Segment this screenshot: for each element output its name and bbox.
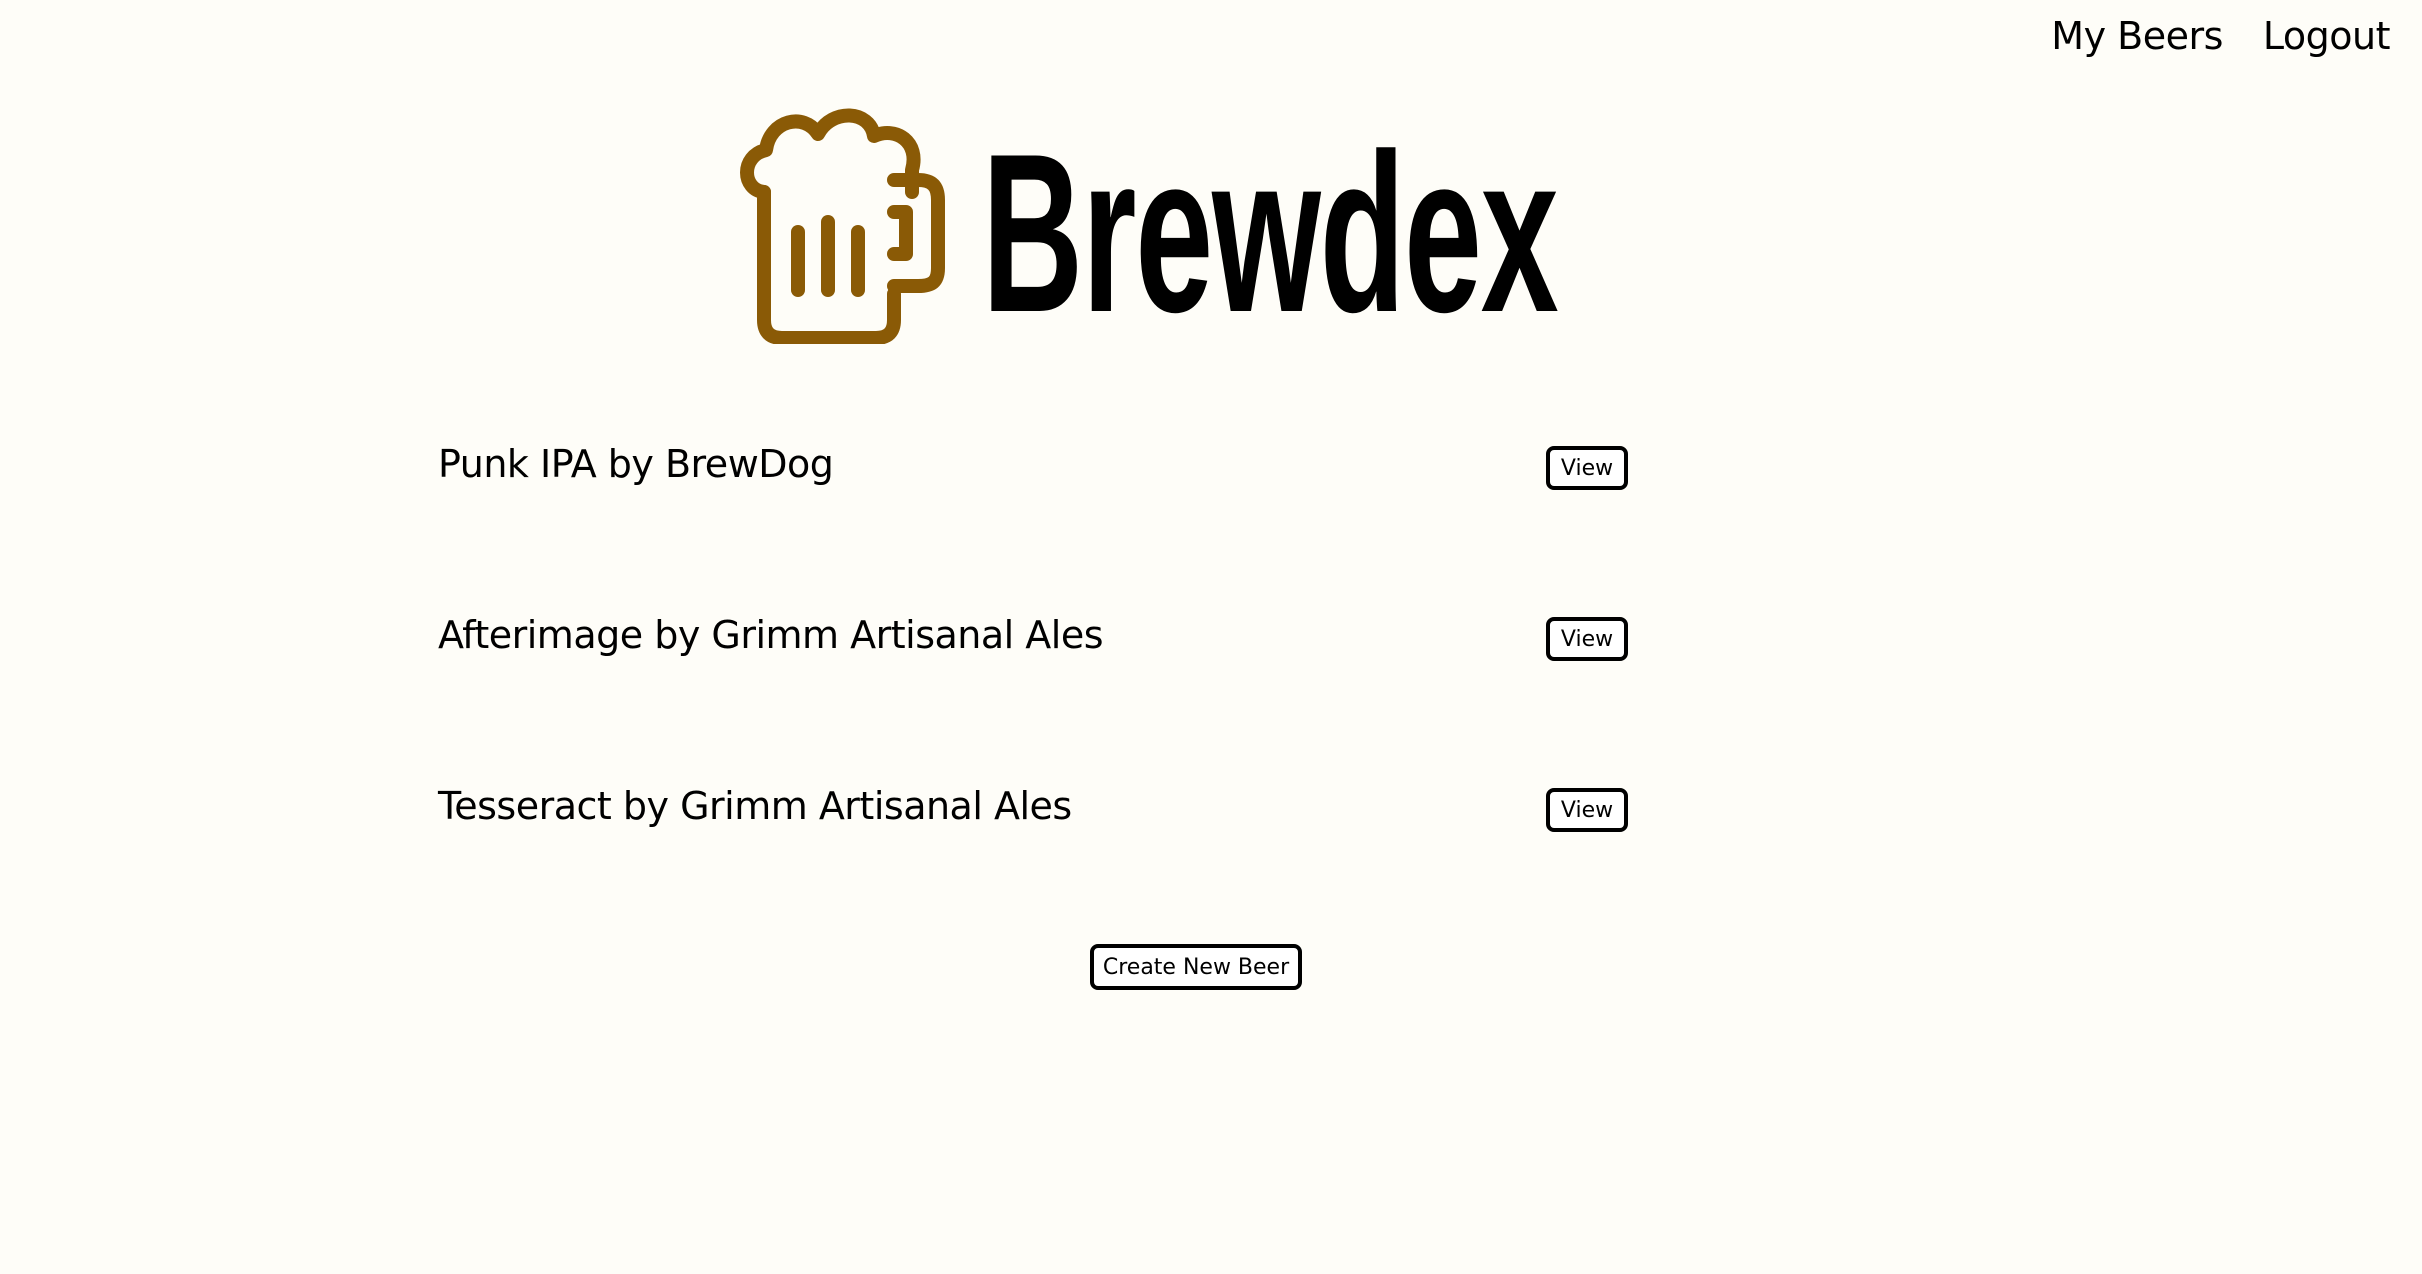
beer-mug-icon — [740, 108, 945, 344]
beer-row: Afterimage by Grimm Artisanal Ales View — [438, 591, 1628, 762]
beer-name: Punk IPA by BrewDog — [438, 442, 834, 486]
beer-list: Punk IPA by BrewDog View Afterimage by G… — [438, 420, 1628, 933]
view-button[interactable]: View — [1546, 788, 1628, 832]
brewdex-logo: Brewdex — [736, 104, 1562, 359]
view-button[interactable]: View — [1546, 617, 1628, 661]
my-beers-link[interactable]: My Beers — [2051, 10, 2223, 62]
beer-name: Tesseract by Grimm Artisanal Ales — [438, 784, 1072, 828]
logout-link[interactable]: Logout — [2263, 10, 2391, 62]
view-button[interactable]: View — [1546, 446, 1628, 490]
beer-name: Afterimage by Grimm Artisanal Ales — [438, 613, 1104, 657]
brand-title: Brewdex — [982, 106, 1559, 359]
create-new-beer-button[interactable]: Create New Beer — [1090, 944, 1302, 990]
beer-row: Punk IPA by BrewDog View — [438, 420, 1628, 591]
beer-row: Tesseract by Grimm Artisanal Ales View — [438, 762, 1628, 933]
top-nav: My Beers Logout — [2051, 10, 2422, 62]
